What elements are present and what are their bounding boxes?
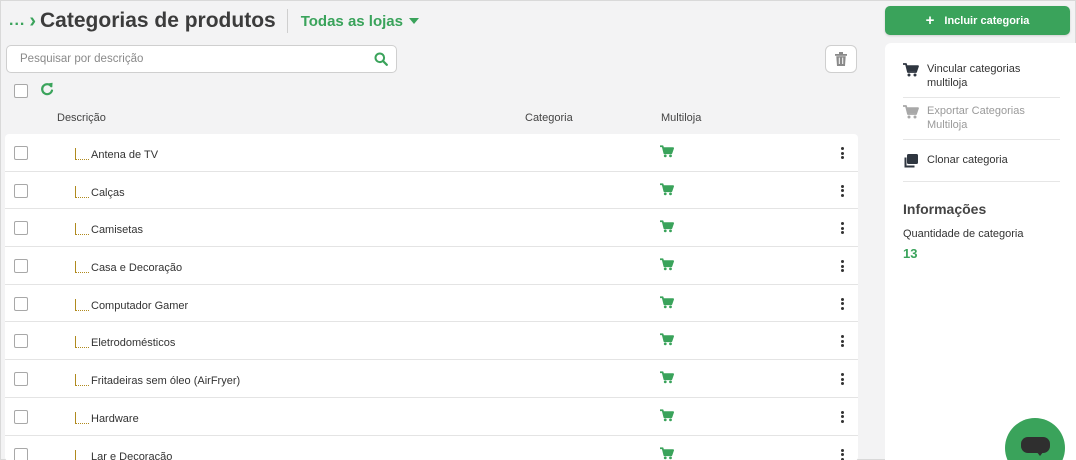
table-row[interactable]: Fritadeiras sem óleo (AirFryer) <box>5 360 858 398</box>
row-checkbox[interactable] <box>14 146 28 160</box>
page-title: Categorias de produtos <box>40 9 276 32</box>
category-count-label: Quantidade de categoria <box>903 228 1024 240</box>
divider <box>903 97 1060 98</box>
row-checkbox[interactable] <box>14 259 28 274</box>
tree-connector-icon <box>75 261 89 274</box>
trash-icon <box>835 52 847 66</box>
category-count-value: 13 <box>903 246 918 261</box>
table-row[interactable]: Hardware <box>5 398 858 436</box>
row-options-icon[interactable] <box>836 410 848 424</box>
divider <box>903 139 1060 140</box>
category-name: Casa e Decoração <box>91 262 183 275</box>
link-multistore-categories-action[interactable]: Vincular categorias multiloja <box>903 62 1060 90</box>
search-icon[interactable] <box>374 52 388 66</box>
export-multistore-categories-label: Exportar Categorias Multiloja <box>927 105 1025 131</box>
category-name: Antena de TV <box>91 149 159 161</box>
add-category-button[interactable]: + Incluir categoria <box>885 6 1070 35</box>
clone-category-action[interactable]: Clonar categoria <box>903 153 1060 172</box>
tree-connector-icon <box>75 411 89 424</box>
table-row[interactable]: Computador Gamer <box>5 285 858 323</box>
row-checkbox[interactable] <box>14 409 28 424</box>
multistore-cart-icon <box>660 409 674 427</box>
select-all-checkbox[interactable] <box>14 84 28 98</box>
refresh-icon[interactable] <box>40 81 54 102</box>
clone-icon <box>903 154 921 172</box>
divider <box>903 181 1060 182</box>
category-name: Hardware <box>91 412 139 425</box>
category-table: Antena de TV Calças Camisetas Casa e Decora… <box>5 134 858 460</box>
column-header-multiloja[interactable]: Multiloja <box>661 112 701 124</box>
multistore-cart-icon <box>660 258 674 276</box>
info-section-title: Informações <box>903 201 987 217</box>
tree-connector-icon <box>75 449 89 460</box>
tree-connector-icon <box>75 374 89 387</box>
category-name: Calças <box>91 186 125 199</box>
row-options-icon[interactable] <box>836 448 848 460</box>
multistore-cart-icon <box>660 296 674 314</box>
header-divider <box>286 9 288 33</box>
cart-icon <box>903 105 921 123</box>
row-checkbox[interactable] <box>14 221 28 236</box>
category-name: Computador Gamer <box>91 299 189 312</box>
row-checkbox[interactable] <box>14 334 28 349</box>
column-header-description[interactable]: Descrição <box>57 112 106 124</box>
tree-connector-icon <box>75 223 89 236</box>
page-header: ... › Categorias de produtos Todas as lo… <box>1 1 867 41</box>
table-row[interactable]: Eletrodomésticos <box>5 322 858 361</box>
tree-connector-icon <box>75 336 89 349</box>
sidebar-panel: Vincular categorias multiloja Exportar C… <box>885 43 1076 460</box>
row-checkbox[interactable] <box>14 372 28 387</box>
link-multistore-categories-label: Vincular categorias multiloja <box>927 63 1021 89</box>
category-name: Eletrodomésticos <box>91 337 176 350</box>
table-row[interactable]: Antena de TV <box>5 134 858 172</box>
category-name: Fritadeiras sem óleo (AirFryer) <box>91 375 241 388</box>
multistore-cart-icon <box>660 371 674 389</box>
row-checkbox[interactable] <box>14 183 28 198</box>
category-name: Lar e Decoração <box>91 450 173 460</box>
cart-icon <box>903 63 921 81</box>
row-checkbox[interactable] <box>14 447 28 460</box>
tree-connector-icon <box>75 185 89 198</box>
add-category-label: Incluir categoria <box>944 14 1030 27</box>
breadcrumb-ellipsis[interactable]: ... <box>9 12 25 30</box>
category-name: Camisetas <box>91 224 143 237</box>
multistore-cart-icon <box>660 220 674 238</box>
multistore-cart-icon <box>660 145 674 163</box>
search-box <box>6 45 397 73</box>
row-options-icon[interactable] <box>836 334 848 348</box>
chevron-right-icon: › <box>29 10 37 32</box>
table-row[interactable]: Lar e Decoração <box>5 436 858 460</box>
multistore-cart-icon <box>660 183 674 201</box>
table-row[interactable]: Calças <box>5 172 858 210</box>
column-header-category[interactable]: Categoria <box>525 112 573 124</box>
tree-connector-icon <box>75 298 89 311</box>
row-options-icon[interactable] <box>836 221 848 235</box>
row-options-icon[interactable] <box>836 146 848 160</box>
row-checkbox[interactable] <box>14 296 28 311</box>
table-row[interactable]: Camisetas <box>5 209 858 248</box>
table-row[interactable]: Casa e Decoração <box>5 247 858 285</box>
caret-down-icon <box>408 18 419 24</box>
store-filter-dropdown[interactable]: Todas as lojas <box>301 13 419 30</box>
multistore-cart-icon <box>660 333 674 351</box>
store-filter-label: Todas as lojas <box>300 12 403 30</box>
multistore-cart-icon <box>660 446 674 460</box>
row-options-icon[interactable] <box>836 259 848 273</box>
row-options-icon[interactable] <box>836 372 848 386</box>
plus-icon: + <box>925 12 935 29</box>
search-input[interactable] <box>20 53 374 65</box>
row-options-icon[interactable] <box>836 184 848 198</box>
export-multistore-categories-action: Exportar Categorias Multiloja <box>903 104 1060 132</box>
tree-connector-icon <box>75 148 89 160</box>
row-options-icon[interactable] <box>836 297 848 311</box>
clone-category-label: Clonar categoria <box>927 154 1008 166</box>
delete-button[interactable] <box>825 45 857 73</box>
